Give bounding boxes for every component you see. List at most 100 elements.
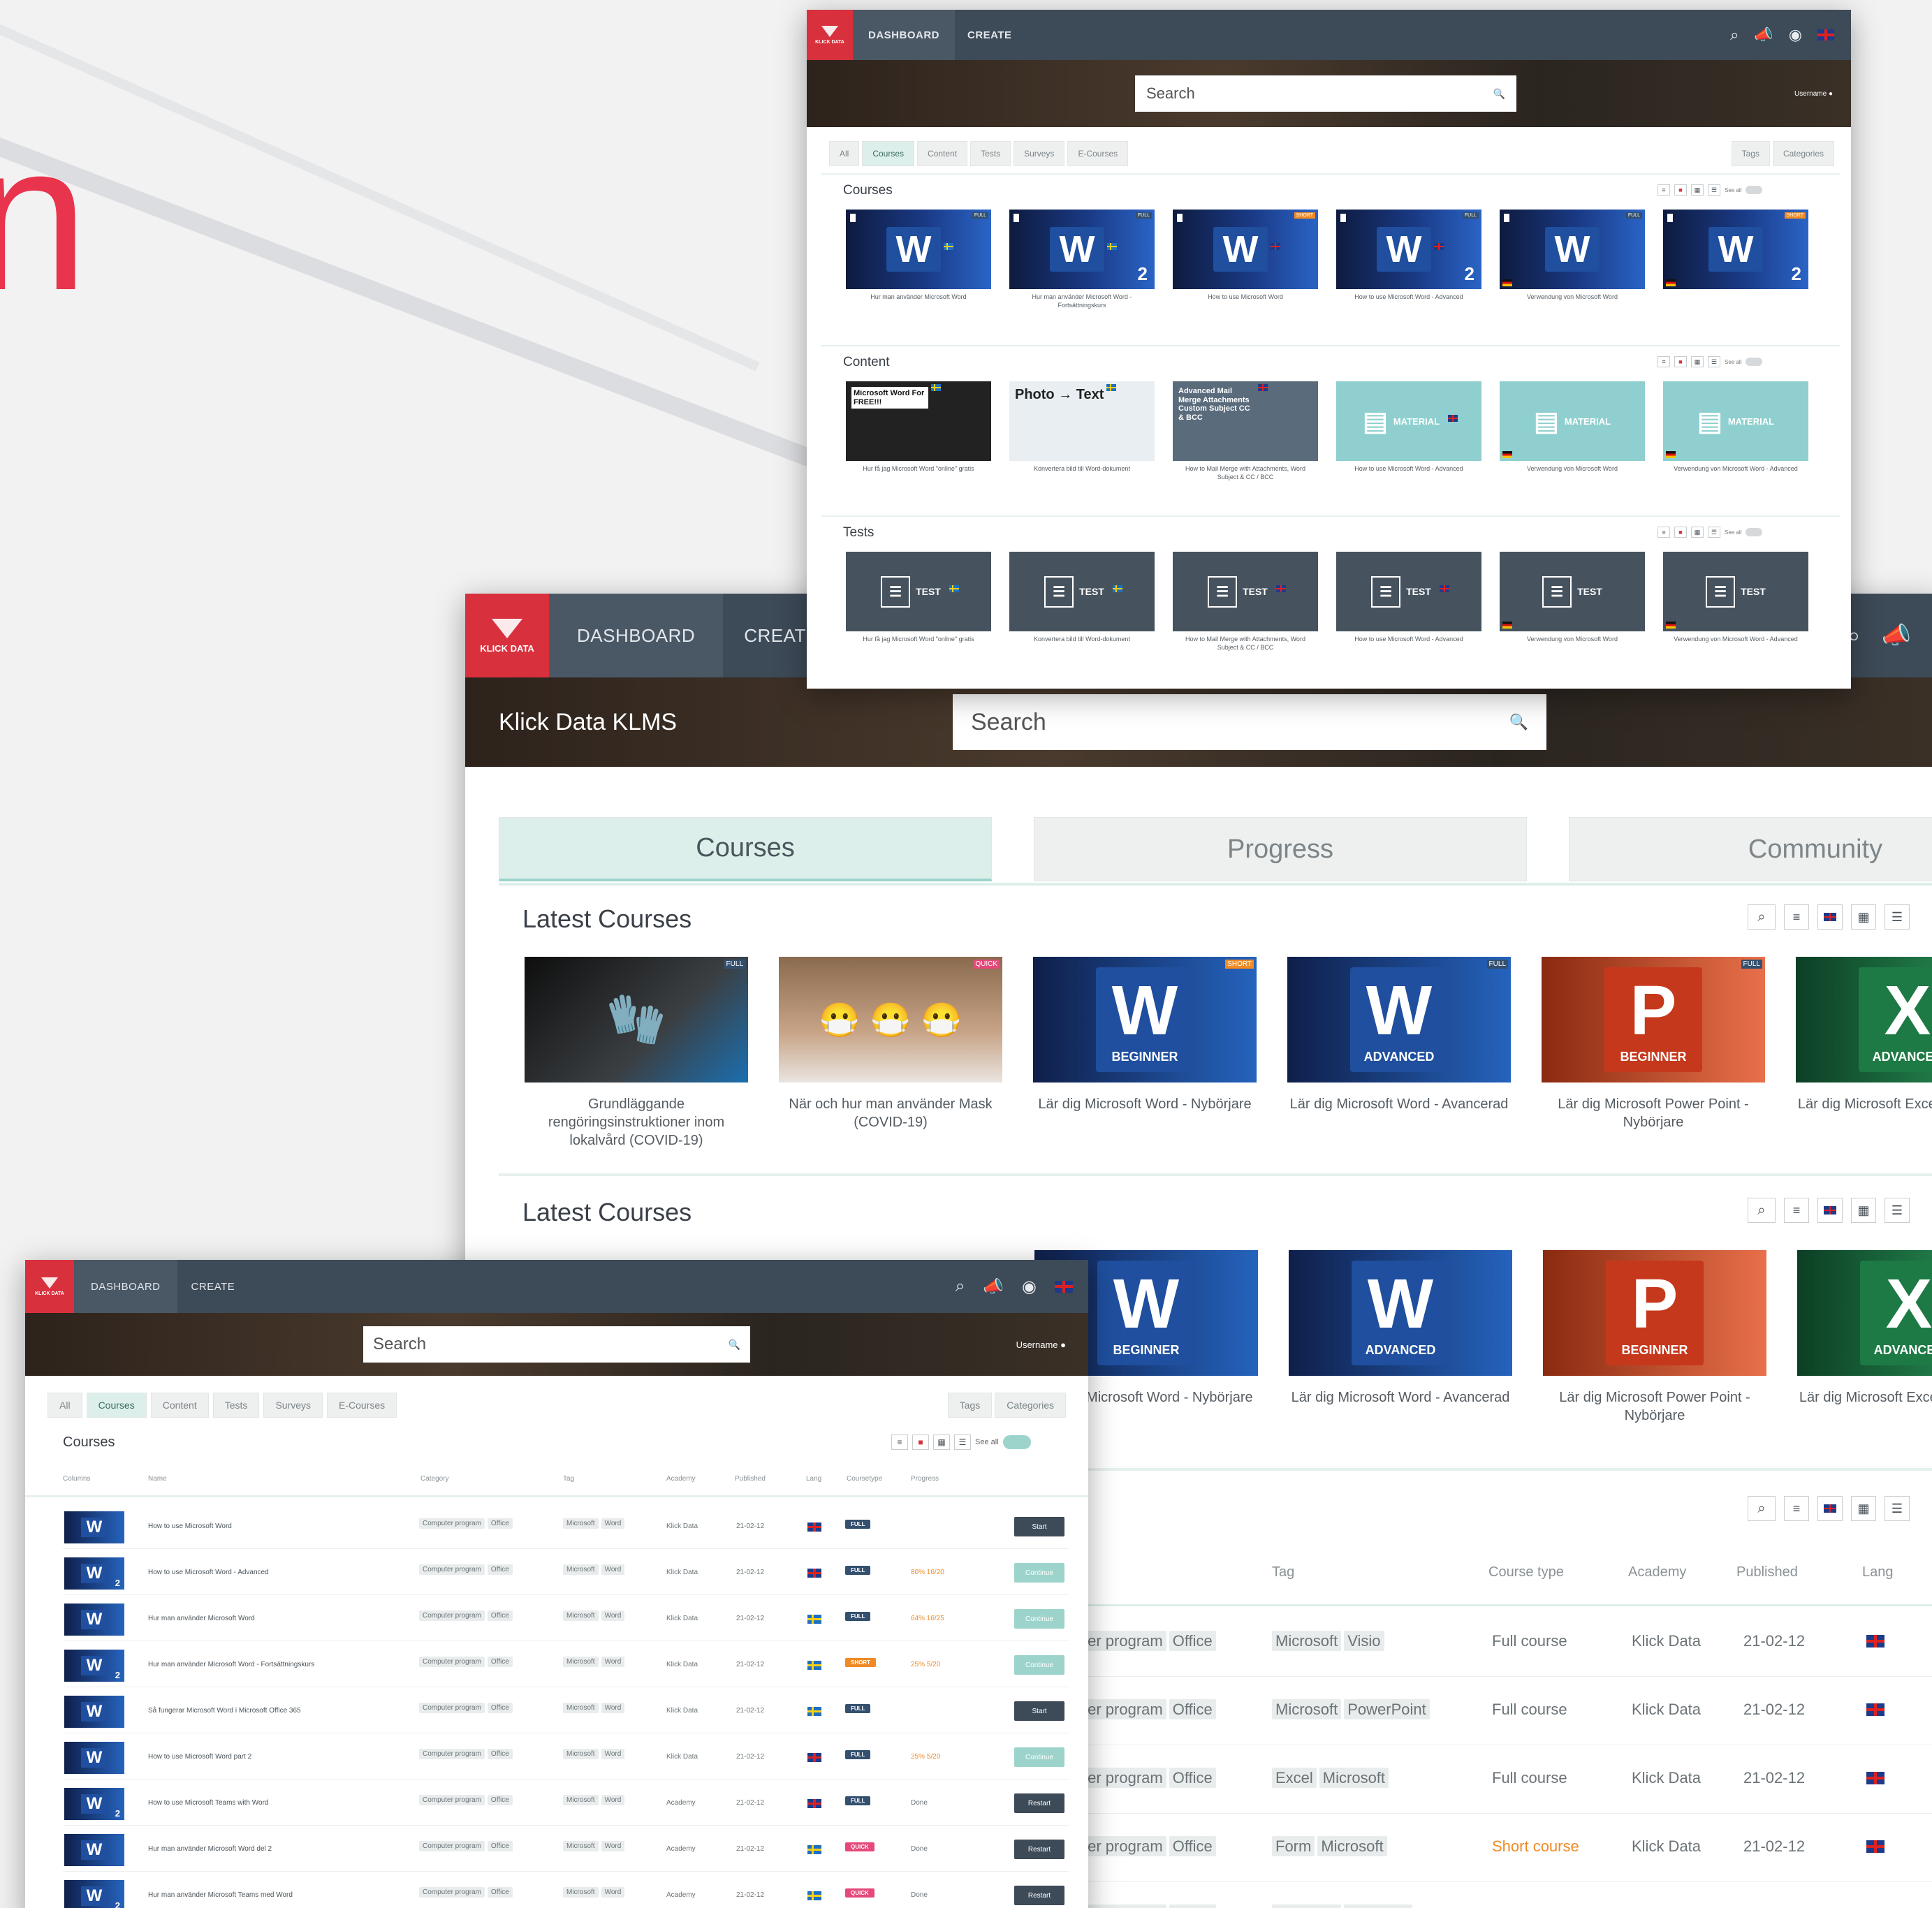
content-card[interactable]: ☰ TEST Hur få jag Microsoft Word "online" … (846, 552, 991, 644)
col-academy[interactable]: Academy (1628, 1564, 1686, 1580)
start-button[interactable]: Start (1014, 1701, 1064, 1721)
content-card[interactable]: ☰ TEST Konvertera bild till Word-dokument (1009, 552, 1155, 644)
list-view-icon[interactable]: ☰ (1708, 356, 1720, 367)
content-card[interactable]: Microsoft Word For FREE!!! Hur få jag Mic… (846, 381, 991, 474)
table-row[interactable]: W How to use Microsoft Word part 2 Compute… (63, 1735, 1069, 1779)
content-card[interactable]: ☰ TEST Verwendung von Microsoft Word - Adv… (1663, 552, 1808, 644)
start-button[interactable]: Start (1014, 1517, 1064, 1536)
col-category[interactable]: Category (420, 1475, 449, 1483)
col-course-type[interactable]: Course type (1488, 1564, 1564, 1580)
nav-create[interactable]: CREATE (177, 1260, 249, 1313)
grid-view-icon[interactable]: ▦ (1691, 356, 1704, 367)
table-row[interactable]: W 2 How to use Microsoft Word - Advanced Co… (63, 1550, 1069, 1595)
klick-data-logo[interactable]: KLICK DATA (807, 10, 853, 60)
filter-e-courses[interactable]: E-Courses (1067, 141, 1129, 166)
continue-button[interactable]: Continue (1014, 1563, 1064, 1583)
sort-icon[interactable]: ≡ (891, 1434, 908, 1450)
col-lang[interactable]: Lang (806, 1475, 821, 1483)
continue-button[interactable]: Continue (1014, 1747, 1064, 1767)
sort-icon[interactable]: ≡ (1657, 184, 1670, 196)
col-academy[interactable]: Academy (666, 1475, 696, 1483)
flag-filter-icon[interactable]: ■ (912, 1434, 929, 1450)
nav-dashboard[interactable]: DASHBOARD (74, 1260, 177, 1313)
see-all-toggle[interactable] (1746, 186, 1763, 194)
course-card[interactable]: W ADVANCED FULL Lär dig Microsoft Word - Av… (1287, 957, 1511, 1113)
language-flag-icon[interactable] (1817, 29, 1834, 41)
search-icon[interactable]: 🔍 (1493, 88, 1505, 100)
table-row[interactable]: W Så fungerar Microsoft Word i Microsoft … (63, 1689, 1069, 1733)
user-icon[interactable]: ◉ (1789, 26, 1802, 44)
search-icon[interactable]: ⌕ (1748, 1496, 1776, 1521)
grid-view-icon[interactable]: ▦ (933, 1434, 950, 1450)
flag-filter-icon[interactable]: ■ (1674, 527, 1687, 538)
filter-content[interactable]: Content (917, 141, 968, 166)
course-card[interactable]: 😷 😷 😷 QUICK När och hur man använder Mask … (779, 957, 1002, 1131)
content-card[interactable]: Photo → Text Konvertera bild till Word-do… (1009, 381, 1155, 474)
col-tag[interactable]: Tag (563, 1475, 574, 1483)
table-row[interactable]: W 2 Hur man använder Microsoft Word - Fort… (63, 1643, 1069, 1687)
content-card[interactable]: W SHORT How to use Microsoft Word (1173, 210, 1318, 302)
course-card[interactable]: XADVANCED Lär dig Microsoft Excel - Avanc… (1797, 1250, 1932, 1407)
course-card[interactable]: XADVANCEDFULL Lär dig Microsoft Excel - A… (1796, 957, 1932, 1113)
search-icon[interactable]: ⌕ (1748, 1198, 1776, 1223)
filter-categories[interactable]: Categories (995, 1393, 1066, 1418)
course-card[interactable]: P BEGINNER Lär dig Microsoft Power Point -… (1543, 1250, 1766, 1425)
restart-button[interactable]: Restart (1014, 1886, 1064, 1905)
list-view-icon[interactable]: ☰ (1708, 527, 1720, 538)
sort-icon[interactable]: ≡ (1784, 904, 1809, 930)
col-tag[interactable]: Tag (1272, 1564, 1294, 1580)
col-coursetype[interactable]: Coursetype (847, 1475, 882, 1483)
course-card[interactable]: W ADVANCED Lär dig Microsoft Word - Avance… (1289, 1250, 1512, 1407)
filter-all[interactable]: All (47, 1393, 82, 1418)
content-card[interactable]: W 2 FULL Hur man använder Microsoft Word - … (1009, 210, 1155, 309)
col-published[interactable]: Published (735, 1475, 766, 1483)
col-lang[interactable]: Lang (1862, 1564, 1894, 1580)
col-name[interactable]: Name (148, 1475, 167, 1483)
see-all-toggle[interactable] (1746, 528, 1763, 536)
megaphone-icon[interactable]: 📣 (983, 1277, 1004, 1297)
table-row[interactable]: W Hur man använder Microsoft Word del 2 Co… (63, 1827, 1069, 1872)
continue-button[interactable]: Continue (1014, 1655, 1064, 1675)
language-flag-icon[interactable] (1055, 1280, 1073, 1293)
list-view-icon[interactable]: ☰ (1708, 184, 1720, 196)
klick-data-logo[interactable]: KLICK DATA (25, 1260, 74, 1313)
course-card[interactable]: 🧤 FULL Grundläggande rengöringsinstruktion… (525, 957, 748, 1150)
see-all-toggle[interactable] (1746, 358, 1763, 366)
megaphone-icon[interactable]: 📣 (1882, 622, 1911, 650)
content-card[interactable]: ☰ TEST How to use Microsoft Word - Advance… (1336, 552, 1481, 644)
col-published[interactable]: Published (1736, 1564, 1798, 1580)
grid-view-icon[interactable]: ▦ (1851, 1198, 1876, 1223)
table-row[interactable]: W Hur man använder Microsoft Word Computer… (63, 1597, 1069, 1641)
content-card[interactable]: Advanced Mail Merge Attachments Custom S… (1173, 381, 1318, 481)
list-view-icon[interactable]: ☰ (1885, 1496, 1910, 1521)
sort-icon[interactable]: ≡ (1657, 356, 1670, 367)
see-all-toggle[interactable] (1002, 1435, 1031, 1449)
search-icon[interactable]: ⌕ (1730, 26, 1739, 44)
flag-filter-icon[interactable]: ■ (1674, 356, 1687, 367)
megaphone-icon[interactable]: 📣 (1754, 26, 1773, 44)
table-row[interactable]: W 2 Hur man använder Microsoft Teams med W… (63, 1873, 1069, 1908)
user-icon[interactable]: ◉ (1022, 1277, 1037, 1297)
filter-all[interactable]: All (829, 141, 860, 166)
list-view-icon[interactable]: ☰ (954, 1434, 971, 1450)
content-card[interactable]: W 2 SHORT (1663, 210, 1808, 289)
search-icon[interactable]: 🔍 (729, 1339, 740, 1351)
col-progress[interactable]: Progress (911, 1475, 939, 1483)
filter-tags[interactable]: Tags (947, 1393, 993, 1418)
grid-view-icon[interactable]: ▦ (1691, 527, 1704, 538)
continue-button[interactable]: Continue (1014, 1609, 1064, 1629)
list-view-icon[interactable]: ☰ (1885, 1198, 1910, 1223)
user-menu[interactable]: Username ● (1016, 1340, 1066, 1350)
nav-dashboard[interactable]: DASHBOARD (549, 594, 724, 677)
flag-filter-icon[interactable]: ■ (1674, 184, 1687, 196)
content-card[interactable]: ☰ TEST How to Mail Merge with Attachments,… (1173, 552, 1318, 652)
sort-icon[interactable]: ≡ (1657, 527, 1670, 538)
filter-content[interactable]: Content (150, 1393, 209, 1418)
search-icon[interactable]: ⌕ (956, 1277, 965, 1296)
filter-tags[interactable]: Tags (1731, 141, 1770, 166)
content-card[interactable]: ☰ TEST Verwendung von Microsoft Word (1500, 552, 1645, 644)
flag-filter-icon[interactable] (1817, 1496, 1843, 1521)
content-card[interactable]: W FULL Verwendung von Microsoft Word (1500, 210, 1645, 302)
flag-filter-icon[interactable] (1817, 1198, 1843, 1223)
tab-community[interactable]: Community (1569, 817, 1932, 881)
